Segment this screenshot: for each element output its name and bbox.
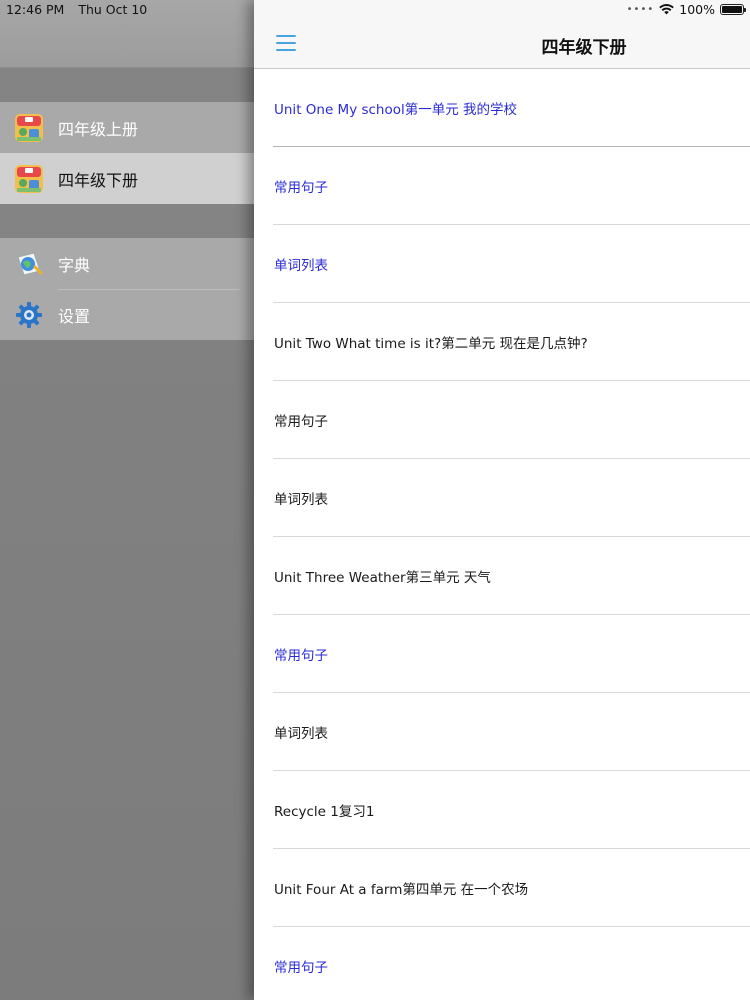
list-item-label: Unit One My school第一单元 我的学校 xyxy=(274,102,518,118)
list-item-unit-4[interactable]: Unit Four At a farm第四单元 在一个农场 xyxy=(254,849,750,927)
drawer-item-dictionary[interactable]: 字典 xyxy=(0,238,254,289)
book-cover-icon xyxy=(15,113,43,142)
list-item-unit-1[interactable]: Unit One My school第一单元 我的学校 xyxy=(254,69,750,147)
list-item-label: Unit Four At a farm第四单元 在一个农场 xyxy=(274,882,529,898)
list-item-unit-3-sentences[interactable]: 常用句子 xyxy=(254,615,750,693)
dictionary-globe-icon xyxy=(17,251,43,276)
drawer-item-grade4-vol2[interactable]: 四年级下册 xyxy=(0,153,254,204)
list-item-label: 单词列表 xyxy=(274,726,328,742)
list-item-label: 常用句子 xyxy=(274,960,328,976)
list-item-unit-3-words[interactable]: 单词列表 xyxy=(254,693,750,771)
side-drawer: 四年级上册 四年级下册 字典 设置 xyxy=(0,0,254,1000)
page-title: 四年级下册 xyxy=(541,38,627,58)
lesson-list: Unit One My school第一单元 我的学校 常用句子 单词列表 Un… xyxy=(254,69,750,1000)
list-item-unit-2-sentences[interactable]: 常用句子 xyxy=(254,381,750,459)
list-item-label: Unit Three Weather第三单元 天气 xyxy=(274,570,491,586)
drawer-item-grade4-vol1[interactable]: 四年级上册 xyxy=(0,102,254,153)
list-item-recycle-1[interactable]: Recycle 1复习1 xyxy=(254,771,750,849)
drawer-item-label: 设置 xyxy=(58,306,91,326)
hamburger-menu-icon[interactable] xyxy=(276,35,296,51)
tools-menu: 字典 设置 xyxy=(0,238,254,340)
drawer-item-label: 四年级下册 xyxy=(58,170,139,190)
screen: 12:46 PM Thu Oct 10 •••• 100% 四年级上册 四年级下… xyxy=(0,0,750,1000)
list-item-unit-2-words[interactable]: 单词列表 xyxy=(254,459,750,537)
list-item-label: Unit Two What time is it?第二单元 现在是几点钟? xyxy=(274,336,588,352)
signal-dots-icon: •••• xyxy=(626,4,655,15)
book-menu: 四年级上册 四年级下册 xyxy=(0,102,254,204)
list-item-unit-2[interactable]: Unit Two What time is it?第二单元 现在是几点钟? xyxy=(254,303,750,381)
list-item-label: 常用句子 xyxy=(274,648,328,664)
list-item-label: Recycle 1复习1 xyxy=(274,804,375,820)
list-item-unit-3[interactable]: Unit Three Weather第三单元 天气 xyxy=(254,537,750,615)
battery-percent: 100% xyxy=(679,2,715,17)
drawer-spacer xyxy=(0,68,254,102)
book-cover-icon xyxy=(15,164,43,193)
list-item-label: 单词列表 xyxy=(274,258,328,274)
status-time: 12:46 PM xyxy=(6,2,65,17)
list-item-unit-1-words[interactable]: 单词列表 xyxy=(254,225,750,303)
list-item-label: 常用句子 xyxy=(274,414,328,430)
list-item-label: 常用句子 xyxy=(274,180,328,196)
list-item-label: 单词列表 xyxy=(274,492,328,508)
drawer-item-label: 四年级上册 xyxy=(58,119,139,139)
list-item-unit-4-sentences[interactable]: 常用句子 xyxy=(254,927,750,1000)
gear-icon xyxy=(16,301,42,328)
battery-icon xyxy=(720,4,746,15)
status-bar-left: 12:46 PM Thu Oct 10 xyxy=(6,2,147,17)
status-date: Thu Oct 10 xyxy=(78,2,148,17)
main-panel: 四年级下册 Unit One My school第一单元 我的学校 常用句子 单… xyxy=(254,0,750,1000)
wifi-icon xyxy=(659,4,675,15)
drawer-item-settings[interactable]: 设置 xyxy=(0,289,254,340)
drawer-item-label: 字典 xyxy=(58,255,91,275)
status-bar-right: •••• 100% xyxy=(626,2,746,17)
list-item-unit-1-sentences[interactable]: 常用句子 xyxy=(254,147,750,225)
drawer-spacer xyxy=(0,204,254,238)
